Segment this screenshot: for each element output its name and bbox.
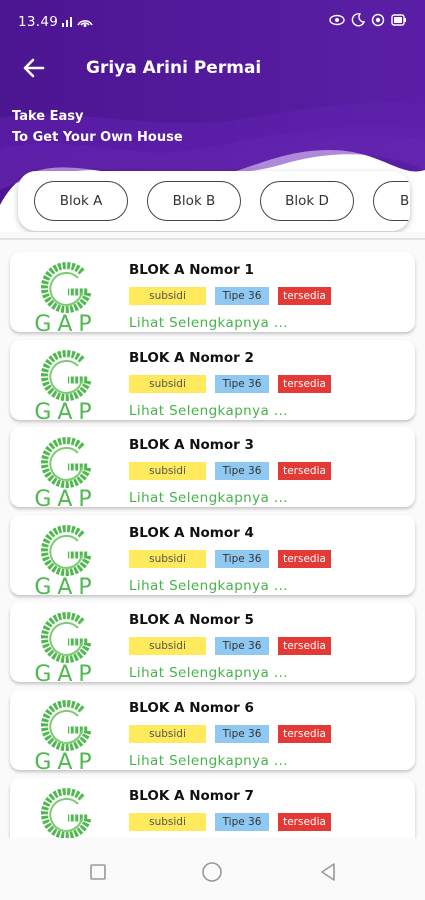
recent-apps-icon[interactable]	[86, 860, 110, 884]
tag-subsidi: subsidi	[129, 374, 206, 393]
tag-availability: tersedia	[278, 549, 331, 568]
status-time: 13.49	[18, 14, 59, 30]
filter-chip-blok-b[interactable]: Blok B	[147, 181, 241, 221]
tag-type: Tipe 36	[215, 637, 269, 656]
see-more-link[interactable]: Lihat Selengkapnya ...	[129, 315, 288, 331]
tag-availability: tersedia	[278, 374, 331, 393]
app-bar: Griya Arini Permai	[0, 46, 425, 90]
tagline-line-2: To Get Your Own House	[12, 130, 183, 145]
tag-subsidi: subsidi	[129, 462, 206, 481]
listing-title: BLOK A Nomor 7	[129, 787, 254, 804]
tag-availability: tersedia	[278, 812, 331, 831]
tagline-line-1: Take Easy	[12, 109, 84, 124]
listing-card[interactable]: GAP BLOK A Nomor 1 subsidi Tipe 36 tersedia L…	[10, 252, 415, 332]
tag-subsidi: subsidi	[129, 287, 206, 305]
listing-title: BLOK A Nomor 6	[129, 700, 254, 716]
see-more-link[interactable]: Lihat Selengkapnya ...	[129, 490, 288, 506]
gap-logo-text: GAP	[34, 487, 98, 508]
tag-availability: tersedia	[278, 287, 331, 305]
gap-logo-text: GAP	[34, 399, 98, 420]
tag-availability: tersedia	[278, 637, 331, 656]
tag-type: Tipe 36	[215, 725, 269, 743]
tag-type: Tipe 36	[215, 374, 269, 393]
header-hero: 13.49 Griya Arini Permai Take Easy To Ge…	[0, 0, 425, 232]
see-more-link[interactable]: Lihat Selengkapnya ...	[129, 665, 288, 681]
listing-card[interactable]: GAP BLOK A Nomor 5 subsidi Tipe 36 tersedia L…	[10, 602, 415, 683]
home-icon[interactable]	[200, 860, 224, 884]
app-screen: 13.49 Griya Arini Permai Take Easy To Ge…	[0, 0, 425, 900]
tag-availability: tersedia	[278, 725, 331, 743]
filter-chip-blok-a[interactable]: Blok A	[34, 181, 128, 221]
moon-icon	[351, 13, 365, 27]
listing-title: BLOK A Nomor 2	[129, 349, 254, 366]
gap-logo-text: GAP	[34, 312, 98, 332]
tag-subsidi: subsidi	[129, 637, 206, 656]
back-button[interactable]	[18, 52, 50, 84]
back-icon[interactable]	[316, 860, 340, 884]
gap-logo-text: GAP	[34, 662, 98, 683]
see-more-link[interactable]: Lihat Selengkapnya ...	[129, 753, 288, 769]
listing-title: BLOK A Nomor 1	[129, 262, 254, 278]
eye-icon	[329, 14, 345, 26]
see-more-link[interactable]: Lihat Selengkapnya ...	[129, 403, 288, 419]
listing-card[interactable]: GAP BLOK A Nomor 3 subsidi Tipe 36 tersedia L…	[10, 427, 415, 508]
battery-icon	[391, 14, 406, 26]
listing-title: BLOK A Nomor 5	[129, 612, 254, 629]
tag-availability: tersedia	[278, 462, 331, 481]
status-bar: 13.49	[0, 0, 425, 44]
listing-card[interactable]: GAP BLOK A Nomor 6 subsidi Tipe 36 tersedia L…	[10, 690, 415, 770]
tag-subsidi: subsidi	[129, 725, 206, 743]
tagline: Take Easy To Get Your Own House	[12, 106, 183, 148]
listing-title: BLOK A Nomor 4	[129, 524, 254, 541]
tag-subsidi: subsidi	[129, 549, 206, 568]
tag-type: Tipe 36	[215, 549, 269, 568]
block-filter-bar: Blok A Blok B Blok D B	[18, 171, 410, 231]
arrow-left-icon	[23, 58, 45, 78]
filter-chip-partial[interactable]: B	[373, 181, 410, 221]
filter-chip-blok-d[interactable]: Blok D	[260, 181, 354, 221]
signal-icon	[62, 17, 93, 27]
alarm-icon	[371, 13, 385, 27]
divider	[0, 238, 425, 240]
tag-type: Tipe 36	[215, 287, 269, 305]
system-navbar	[0, 838, 425, 900]
listing-card[interactable]: GAP BLOK A Nomor 2 subsidi Tipe 36 tersedia L…	[10, 339, 415, 420]
listing-card[interactable]: GAP BLOK A Nomor 4 subsidi Tipe 36 tersedia L…	[10, 514, 415, 595]
gap-logo-text: GAP	[34, 750, 98, 770]
tag-type: Tipe 36	[215, 462, 269, 481]
gap-logo-text: GAP	[34, 574, 98, 595]
tag-type: Tipe 36	[215, 812, 269, 831]
tag-subsidi: subsidi	[129, 812, 206, 831]
page-title: Griya Arini Permai	[86, 58, 262, 78]
see-more-link[interactable]: Lihat Selengkapnya ...	[129, 578, 288, 594]
listing-title: BLOK A Nomor 3	[129, 437, 254, 454]
